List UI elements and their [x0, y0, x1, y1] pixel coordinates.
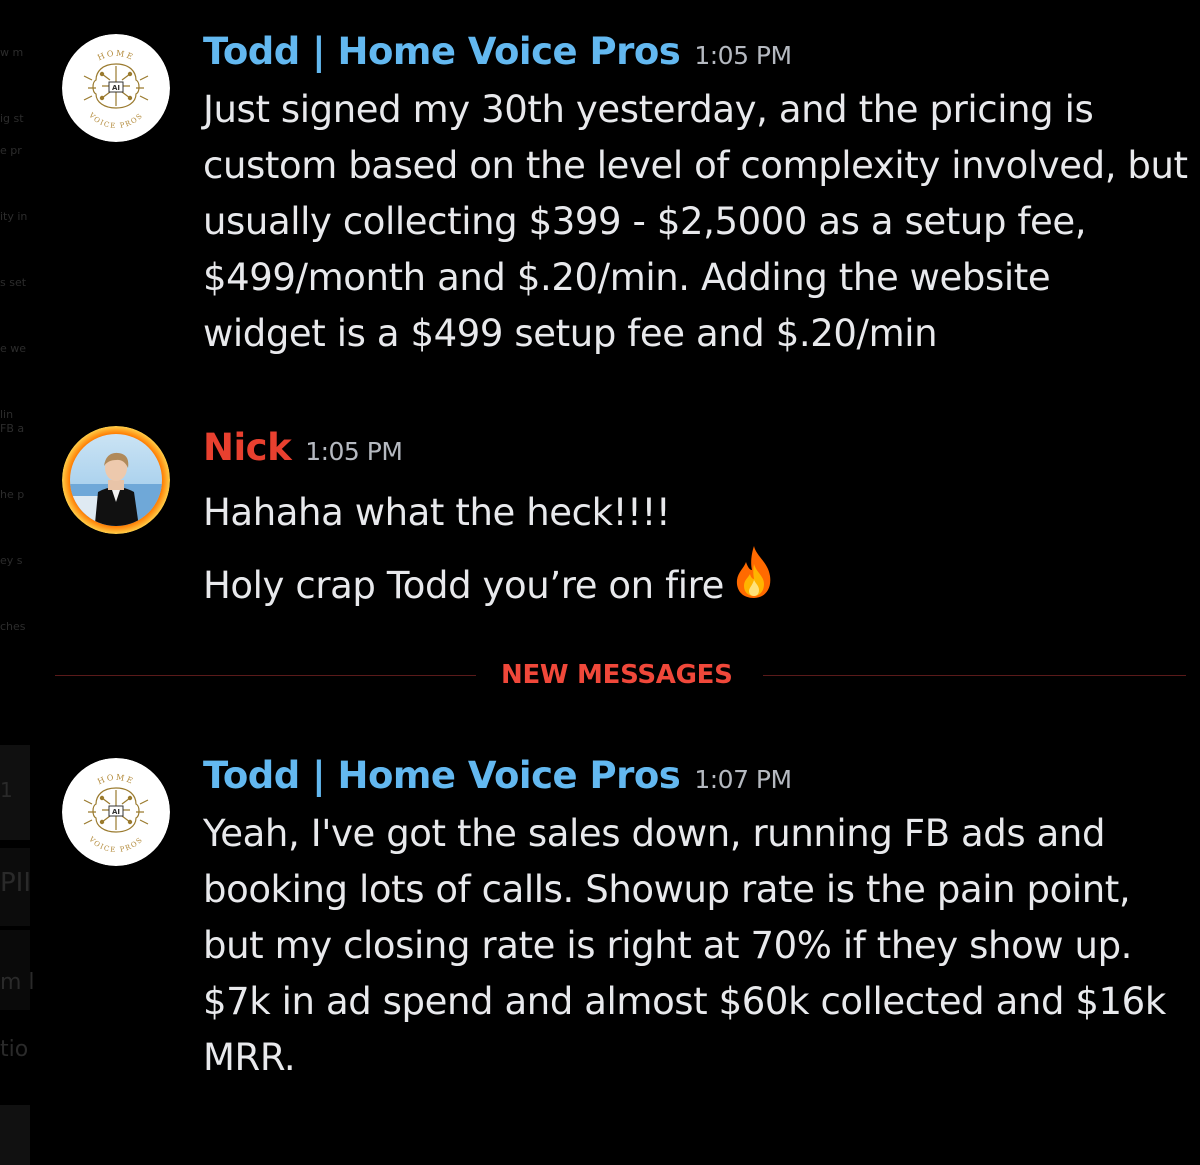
divider-line-left [55, 675, 476, 676]
timestamp: 1:07 PM [694, 765, 792, 794]
logo-center-text: AI [112, 84, 120, 92]
nick-profile-photo-icon [62, 426, 170, 534]
left-strip-text-mid2: FB a he p ey s ches [0, 422, 26, 633]
message-header: Todd | Home Voice Pros 1:07 PM [203, 754, 792, 797]
message-line: booking lots of calls. Showup rate is th… [203, 868, 1131, 911]
timestamp: 1:05 PM [694, 41, 792, 70]
author-name[interactable]: Todd | Home Voice Pros [203, 754, 681, 797]
logo-center-text: AI [112, 808, 120, 816]
left-strip-cropped-content: w m ig st e pr ity in s set e we lin FB … [0, 0, 34, 1165]
divider-line-right [763, 675, 1186, 676]
new-messages-divider: NEW MESSAGES [55, 660, 1186, 690]
avatar[interactable]: HOME VOICE PROS AI [62, 758, 170, 866]
message-line: Just signed my 30th yesterday, and the p… [203, 88, 1094, 131]
timestamp: 1:05 PM [305, 437, 403, 466]
message-line: widget is a $499 setup fee and $.20/min [203, 312, 938, 355]
left-strip-tio: tio [0, 1037, 29, 1062]
message-line: MRR. [203, 1036, 296, 1079]
author-name[interactable]: Nick [203, 426, 292, 469]
avatar[interactable]: HOME VOICE PROS AI [62, 34, 170, 142]
message-line: custom based on the level of complexity … [203, 144, 1188, 187]
left-strip-pill: PII [0, 868, 32, 898]
message-header: Todd | Home Voice Pros 1:05 PM [203, 30, 792, 73]
fire-icon [732, 544, 776, 623]
message-body: Hahaha what the heck!!!! Holy crap Todd … [203, 478, 776, 627]
left-strip-panel-d [0, 1105, 30, 1165]
message-line: usually collecting $399 - $2,5000 as a s… [203, 200, 1087, 243]
message-line: $7k in ad spend and almost $60k collecte… [203, 980, 1166, 1023]
home-voice-pros-logo-icon: HOME VOICE PROS AI [62, 34, 170, 142]
author-name[interactable]: Todd | Home Voice Pros [203, 30, 681, 73]
message-line: but my closing rate is right at 70% if t… [203, 924, 1133, 967]
message-body: Just signed my 30th yesterday, and the p… [203, 82, 1188, 362]
message-body: Yeah, I've got the sales down, running F… [203, 806, 1166, 1086]
left-strip-one: 1 [0, 778, 13, 802]
message-line: Holy crap Todd you’re on fire [203, 546, 776, 627]
message-line: Yeah, I've got the sales down, running F… [203, 812, 1106, 855]
message-line: Hahaha what the heck!!!! [203, 491, 671, 534]
chat-view: w m ig st e pr ity in s set e we lin FB … [0, 0, 1200, 1165]
new-messages-label: NEW MESSAGES [501, 660, 733, 690]
avatar[interactable] [62, 426, 170, 534]
left-strip-m: m l [0, 970, 34, 995]
message-line: $499/month and $.20/min. Adding the webs… [203, 256, 1051, 299]
home-voice-pros-logo-icon: HOME VOICE PROS AI [62, 758, 170, 866]
message-header: Nick 1:05 PM [203, 426, 403, 469]
